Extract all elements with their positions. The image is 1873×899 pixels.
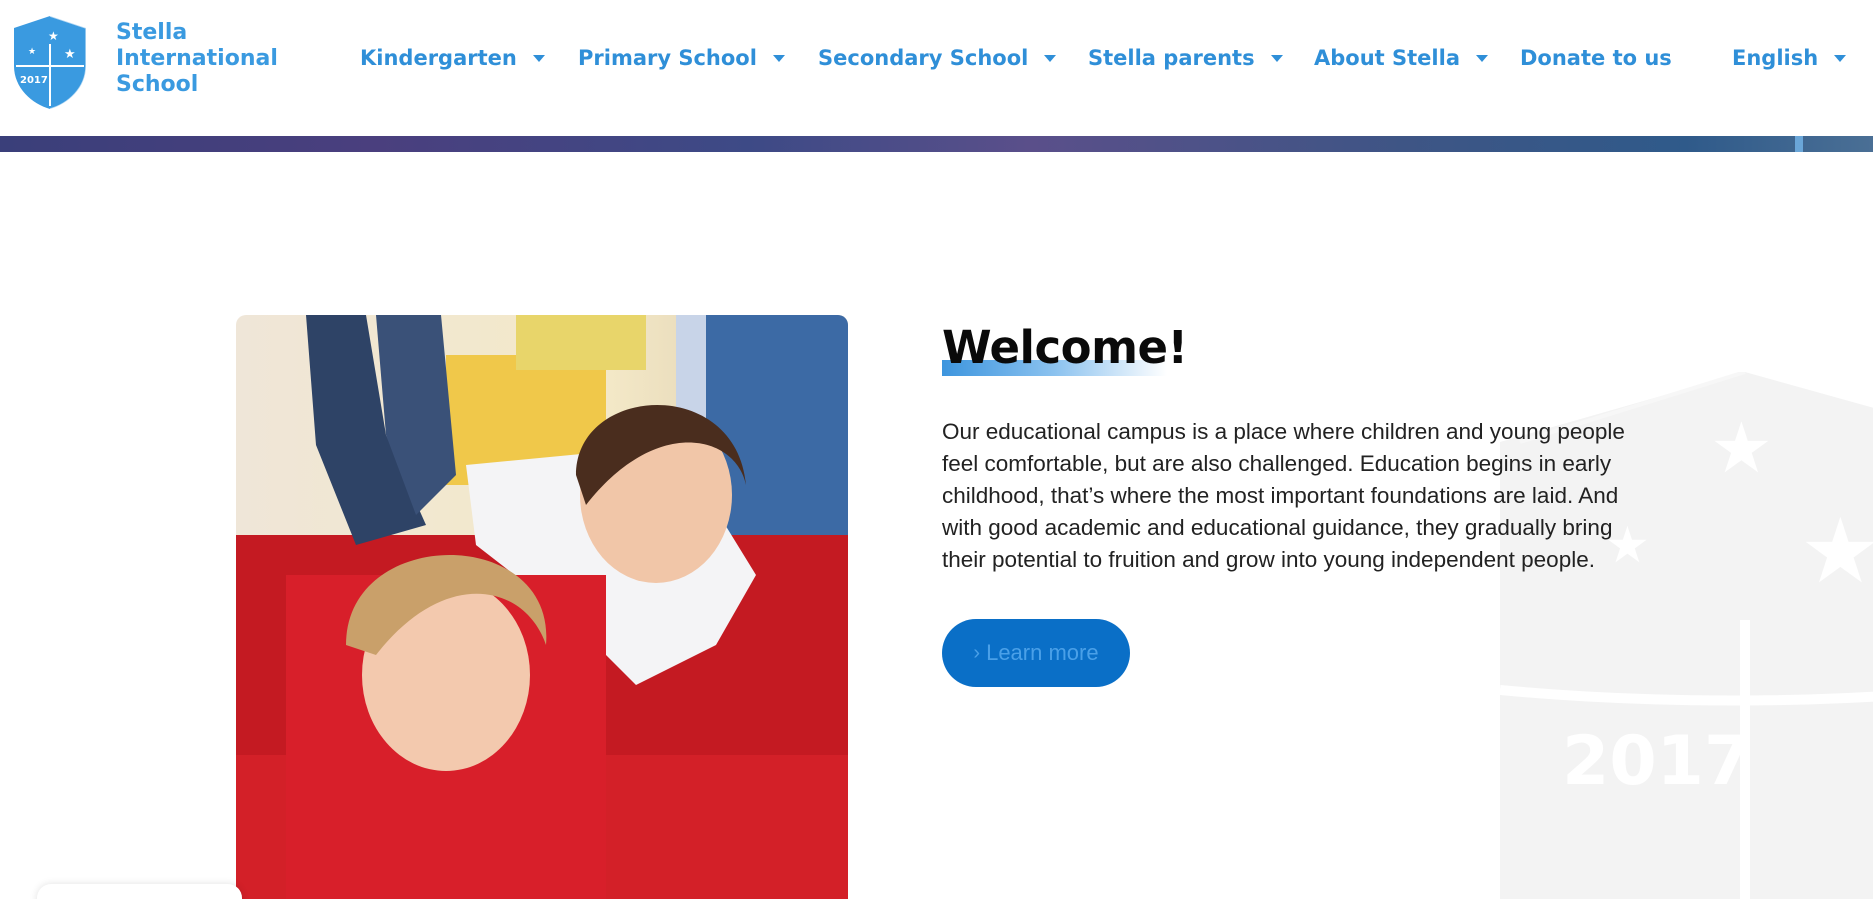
nav-item-about-stella[interactable]: About Stella — [1314, 46, 1488, 70]
learn-more-button[interactable]: › Learn more — [942, 619, 1130, 687]
school-name-line1: Stella — [116, 20, 188, 45]
children-photo — [236, 315, 848, 899]
nav-label: Stella parents — [1088, 46, 1255, 70]
caret-down-icon — [532, 54, 545, 62]
nav-label: Donate to us — [1520, 46, 1672, 70]
language-label: English — [1732, 46, 1819, 70]
watermark-year: 2017 — [1562, 722, 1751, 801]
nav-item-stella-parents[interactable]: Stella parents — [1088, 46, 1283, 70]
photo-illustration — [236, 315, 848, 899]
svg-text:★: ★ — [48, 29, 59, 43]
nav-label: Primary School — [578, 46, 757, 70]
caret-down-icon — [1834, 54, 1847, 62]
caret-down-icon — [1044, 54, 1057, 62]
hero-image-strip — [0, 136, 1873, 152]
svg-text:★: ★ — [1800, 499, 1873, 604]
language-selector[interactable]: English — [1732, 46, 1847, 70]
nav-item-donate[interactable]: Donate to us — [1520, 46, 1672, 70]
nav-label: Secondary School — [818, 46, 1029, 70]
caret-down-icon — [1476, 54, 1488, 62]
svg-text:★: ★ — [1710, 407, 1773, 489]
welcome-paragraph: Our educational campus is a place where … — [942, 419, 1625, 572]
nav-label: Kindergarten — [360, 46, 517, 70]
welcome-heading-wrap: Welcome! — [942, 320, 1188, 376]
caret-down-icon — [772, 54, 785, 62]
caret-down-icon — [1270, 54, 1283, 62]
nav-label: About Stella — [1314, 46, 1460, 70]
welcome-heading: Welcome! — [942, 321, 1188, 374]
learn-more-label: Learn more — [986, 640, 1099, 665]
chevron-right-icon: › — [973, 641, 981, 664]
floating-widget[interactable] — [37, 884, 242, 899]
nav-item-kindergarten[interactable]: Kindergarten — [360, 46, 545, 70]
main-nav: Kindergarten Primary School Secondary Sc… — [0, 46, 1873, 80]
site-header: ★ ★ ★ 2017 Stella International School K… — [0, 0, 1873, 136]
welcome-section: Welcome! Our educational campus is a pla… — [942, 320, 1632, 687]
nav-item-primary-school[interactable]: Primary School — [578, 46, 785, 70]
nav-item-secondary-school[interactable]: Secondary School — [818, 46, 1057, 70]
